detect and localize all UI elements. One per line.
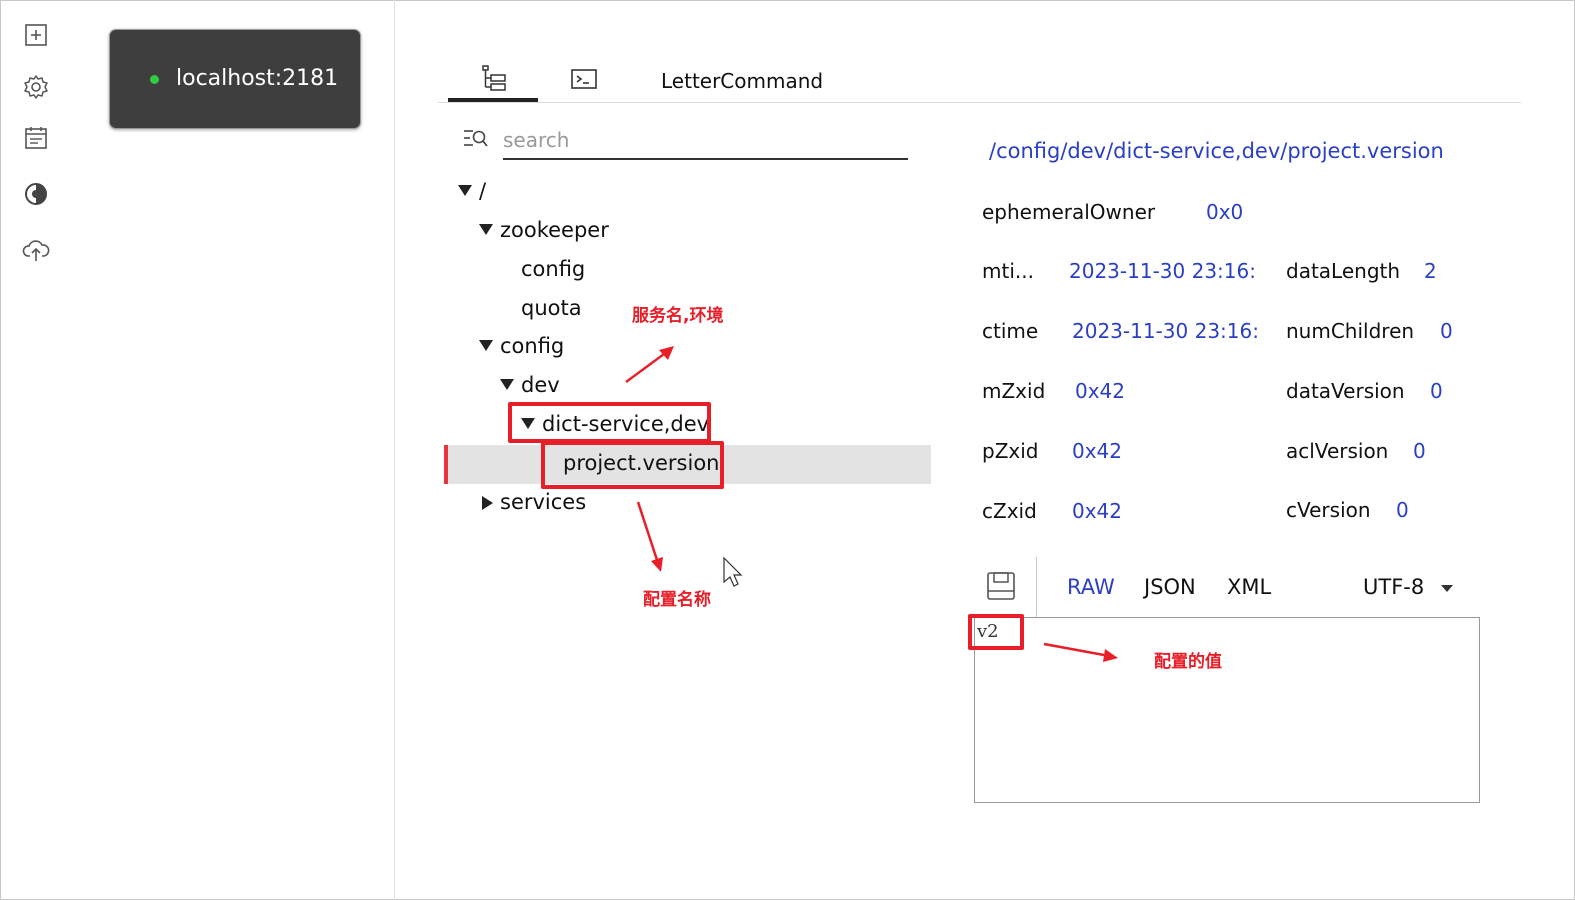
arrow-to-config-value — [1043, 642, 1118, 662]
arrow-to-config-name — [636, 501, 663, 572]
mouse-cursor-icon — [723, 556, 743, 587]
arrow-to-service-env — [625, 346, 674, 384]
annotation-arrows — [625, 346, 1118, 662]
